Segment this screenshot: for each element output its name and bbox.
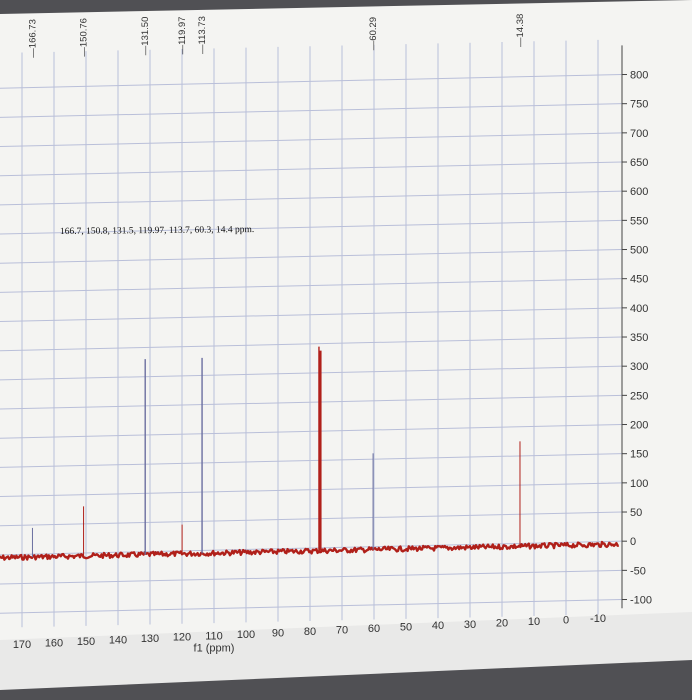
x-tick-label: 20 bbox=[496, 617, 508, 629]
x-tick-label: 160 bbox=[45, 637, 63, 649]
y-tick-label: 400 bbox=[630, 303, 648, 315]
y-tick-label: 550 bbox=[630, 215, 648, 227]
y-tick-label: 300 bbox=[630, 361, 648, 373]
y-tick-label: 100 bbox=[630, 478, 648, 490]
peak-label: —131.50 bbox=[140, 17, 151, 56]
y-tick-label: 150 bbox=[630, 449, 648, 461]
y-tick-label: 250 bbox=[630, 390, 648, 402]
y-tick-label: 200 bbox=[630, 420, 648, 432]
x-axis-title-text: f1 (ppm) bbox=[194, 642, 235, 654]
nmr-photo: —166.73 —150.76 —131.50 —119.97 —113.73 —60.2… bbox=[0, 0, 692, 700]
annotation-text: 166.7, 150.8, 131.5, 119.97, 113.7, 60.3… bbox=[60, 225, 254, 237]
x-tick-label: -10 bbox=[590, 613, 606, 625]
annotation: 166.7, 150.8, 131.5, 119.97, 113.7, 60.3… bbox=[60, 225, 254, 237]
peak-label: —150.76 bbox=[79, 18, 90, 57]
y-tick-label: 350 bbox=[630, 332, 648, 344]
x-tick-label: 60 bbox=[368, 623, 380, 635]
peak-label: —119.97 bbox=[177, 17, 188, 55]
x-tick-label: 0 bbox=[563, 614, 569, 626]
x-tick-label: 100 bbox=[237, 629, 255, 641]
y-tick-label: 450 bbox=[630, 274, 648, 286]
y-tick-label: 750 bbox=[630, 99, 648, 111]
peak-label: —166.73 bbox=[28, 19, 39, 58]
y-tick-label: 600 bbox=[630, 186, 648, 198]
y-tick-label: -50 bbox=[630, 565, 646, 577]
x-tick-label: 40 bbox=[432, 620, 444, 632]
x-tick-label: 120 bbox=[173, 632, 191, 644]
y-tick-label: -100 bbox=[630, 595, 652, 607]
x-tick-label: 150 bbox=[77, 636, 95, 648]
x-tick-label: 80 bbox=[304, 626, 316, 638]
x-tick-label: 70 bbox=[336, 625, 348, 637]
x-tick-label: 10 bbox=[528, 616, 540, 628]
y-tick-label: 500 bbox=[630, 245, 648, 257]
peak-label: —14.38 bbox=[515, 14, 526, 47]
y-tick-label: 0 bbox=[630, 536, 636, 548]
x-tick-label: 90 bbox=[272, 627, 284, 639]
x-axis-title: f1 (ppm) bbox=[194, 642, 235, 654]
nmr-spectrum-chart: —166.73 —150.76 —131.50 —119.97 —113.73 —60.2… bbox=[0, 0, 692, 700]
x-tick-label: 30 bbox=[464, 619, 476, 631]
y-tick-label: 650 bbox=[630, 157, 648, 169]
x-tick-label: 130 bbox=[141, 633, 159, 645]
y-tick-label: 700 bbox=[630, 128, 648, 140]
x-tick-label: 140 bbox=[109, 635, 127, 647]
y-tick-label: 50 bbox=[630, 507, 642, 519]
x-tick-label: 110 bbox=[205, 630, 223, 642]
peak-label: —113.73 bbox=[197, 16, 208, 54]
peak-label: —60.29 bbox=[368, 17, 379, 50]
y-tick-label: 800 bbox=[630, 70, 648, 82]
x-tick-label: 50 bbox=[400, 622, 412, 634]
x-tick-label: 170 bbox=[13, 639, 31, 651]
